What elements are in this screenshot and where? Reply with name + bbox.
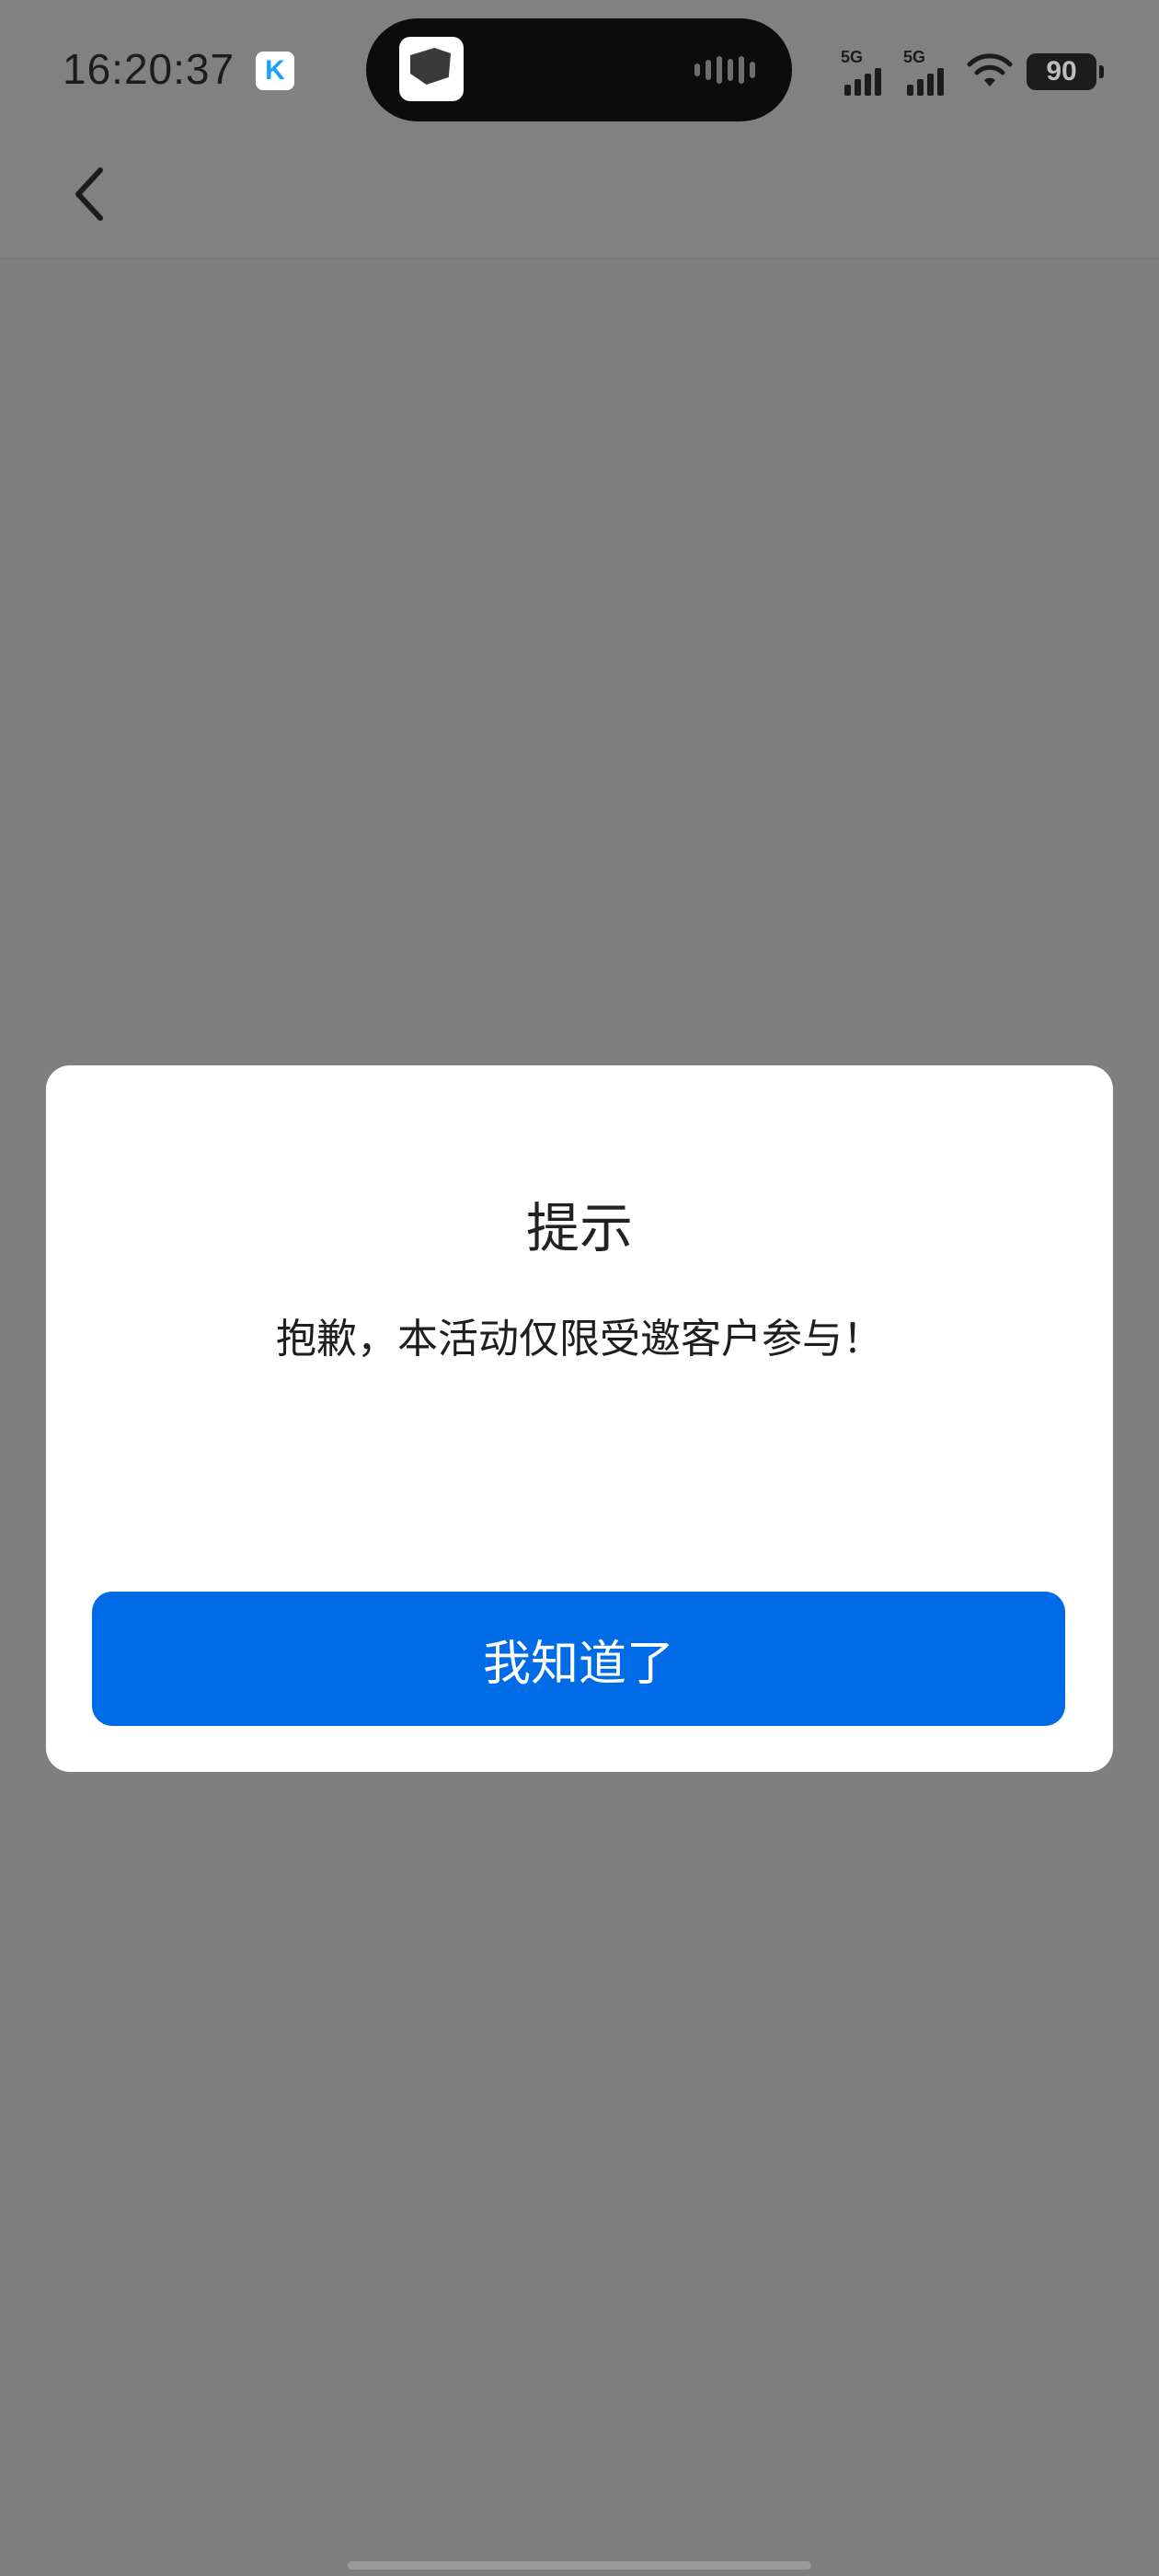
confirm-button[interactable]: 我知道了 bbox=[92, 1592, 1065, 1726]
signal-5g-icon: 5G bbox=[841, 48, 890, 96]
back-button[interactable] bbox=[57, 162, 121, 226]
signal-5g-icon: 5G bbox=[903, 48, 953, 96]
status-time: 16:20:37 bbox=[63, 45, 235, 93]
network-type-2: 5G bbox=[903, 48, 926, 66]
alert-dialog: 提示 抱歉，本活动仅限受邀客户参与！ 我知道了 bbox=[46, 1065, 1113, 1772]
dialog-title: 提示 bbox=[525, 1197, 633, 1259]
audio-wave-icon bbox=[694, 55, 757, 85]
battery-icon: 90 bbox=[1027, 53, 1104, 90]
home-indicator[interactable] bbox=[348, 2561, 811, 2570]
app-badge-letter: K bbox=[265, 55, 285, 86]
screen: 16:20:37 K 5G 5G 90 提示 抱歉，本活动仅限受邀客户参与！ 我… bbox=[0, 0, 1159, 2576]
chevron-left-icon bbox=[75, 167, 103, 221]
network-type-1: 5G bbox=[841, 48, 864, 66]
wifi-icon bbox=[967, 53, 1013, 86]
nav-bar bbox=[0, 138, 1159, 259]
dialog-message: 抱歉，本活动仅限受邀客户参与！ bbox=[276, 1316, 883, 1363]
status-bar: 16:20:37 K 5G 5G 90 bbox=[0, 0, 1159, 138]
dynamic-island[interactable] bbox=[366, 18, 792, 121]
now-playing-artwork bbox=[399, 37, 464, 101]
app-notification-icon: K bbox=[256, 52, 294, 90]
status-icons: 5G 5G 90 bbox=[841, 44, 1104, 99]
